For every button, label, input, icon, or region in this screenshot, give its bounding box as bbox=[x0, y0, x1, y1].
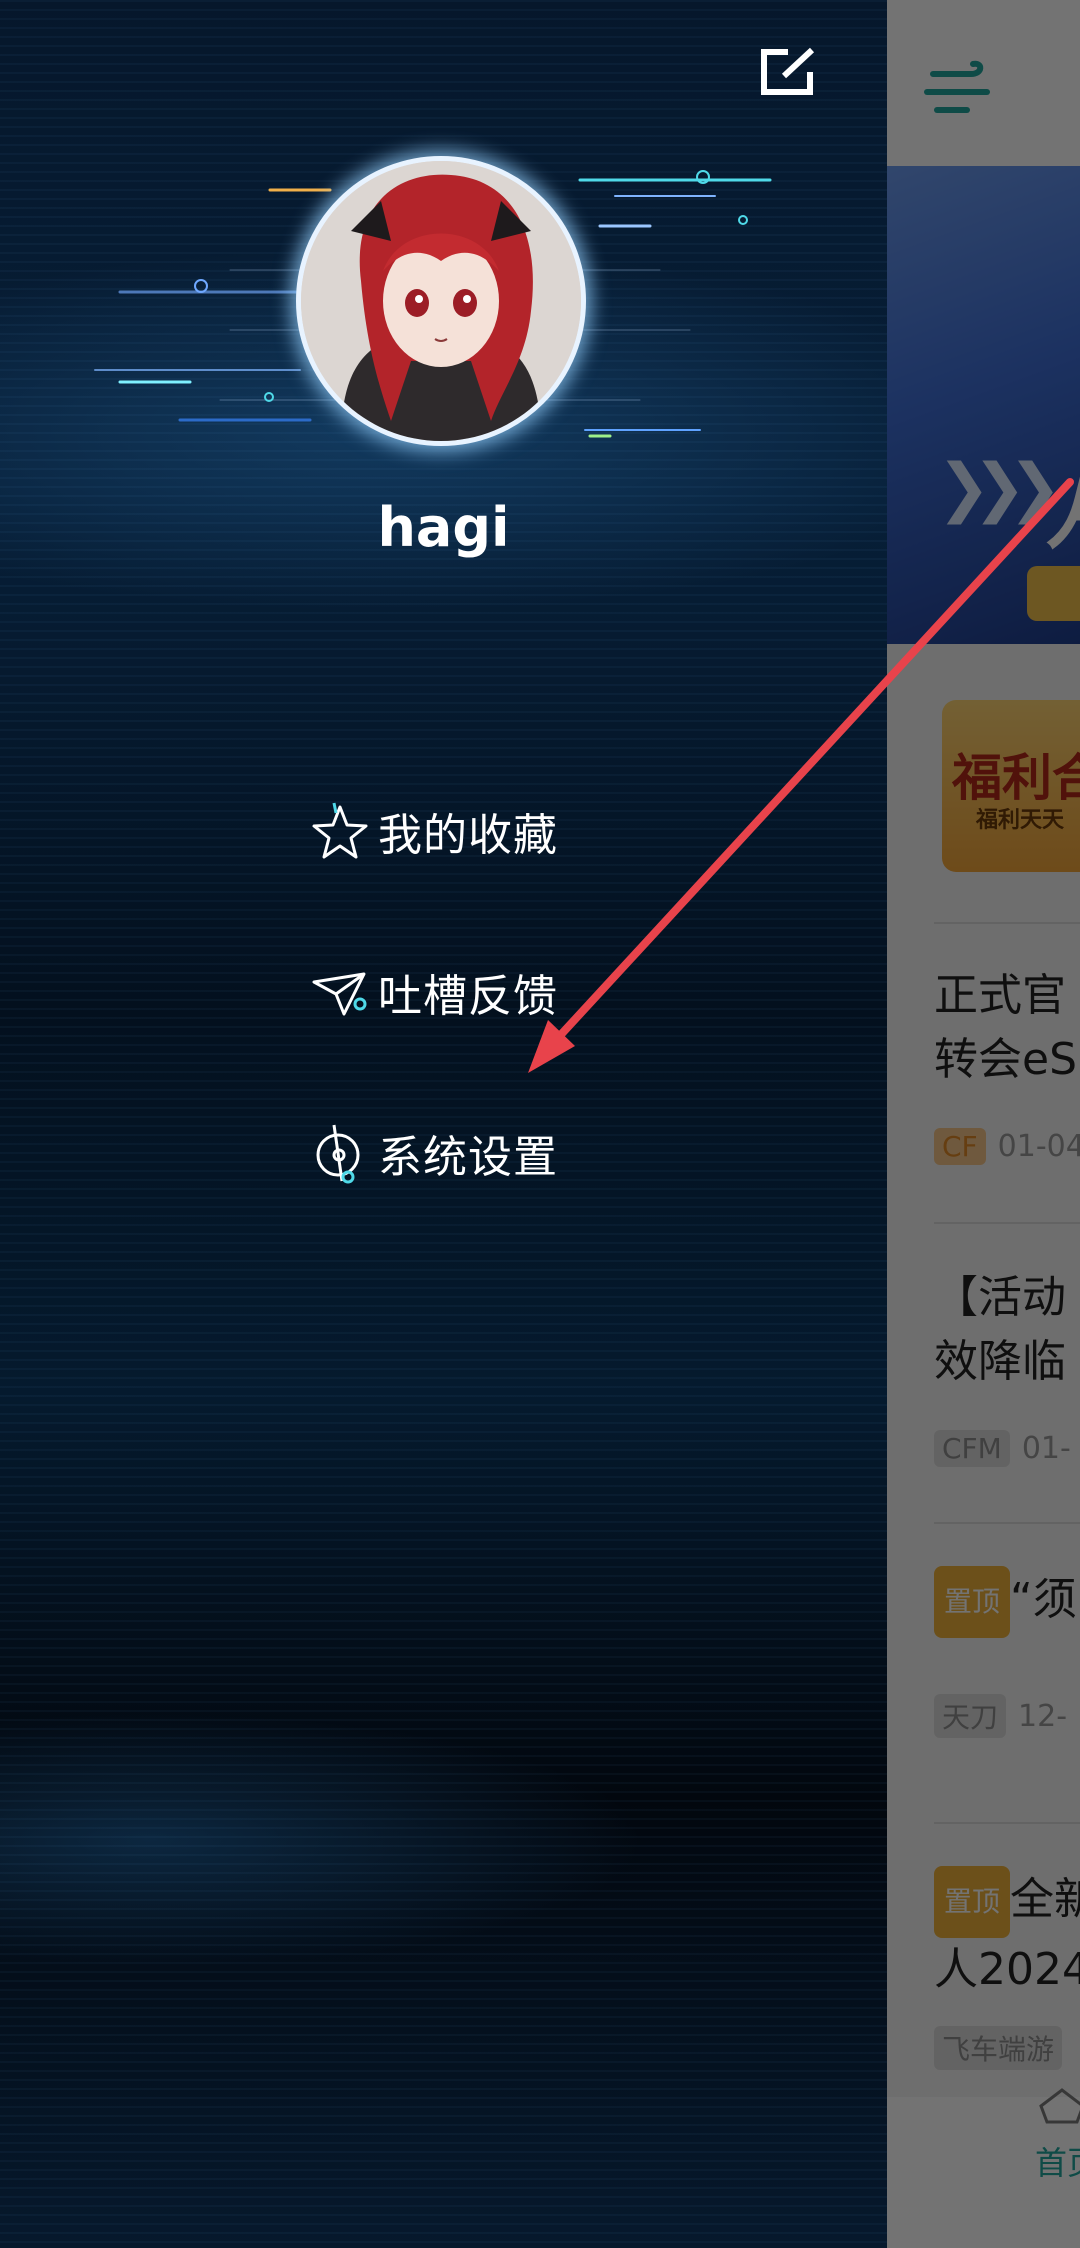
pinned-badge: 置顶 bbox=[934, 1566, 1011, 1638]
banner-glyph-decoration: 月 bbox=[1047, 436, 1080, 566]
divider bbox=[934, 1222, 1080, 1224]
article-title-line: 置顶 全新 bbox=[934, 1866, 1080, 1938]
username: hagi bbox=[377, 496, 510, 559]
banner-chevron-decoration: ❯❯❯ bbox=[937, 451, 1062, 525]
article-tag: 飞车端游 bbox=[934, 2026, 1063, 2070]
article-title-line: 正式官 bbox=[934, 970, 1066, 1021]
menu-item-settings[interactable]: 系统设置 bbox=[310, 1112, 558, 1194]
article-title-line: 效降临 bbox=[934, 1336, 1066, 1387]
article-date: 01-04 bbox=[997, 1129, 1080, 1164]
background-app[interactable]: ❯❯❯ 月 福利合 福利天天 正式官 转会eS CF 01-04 【活动 效降临… bbox=[887, 0, 1080, 2248]
menu-item-favorites[interactable]: 我的收藏 bbox=[310, 790, 558, 872]
avatar[interactable] bbox=[296, 156, 586, 446]
edit-icon[interactable] bbox=[758, 46, 820, 98]
article-meta: CF 01-04 bbox=[934, 1128, 1080, 1165]
article-item[interactable]: 置顶 “须 天刀 12- bbox=[934, 1566, 1080, 1738]
article-tag: CF bbox=[934, 1128, 986, 1165]
article-item[interactable]: 【活动 效降临 CFM 01- bbox=[934, 1266, 1080, 1467]
promo-card[interactable]: 福利合 福利天天 bbox=[942, 700, 1080, 872]
promo-subtitle: 福利天天 bbox=[976, 808, 1065, 833]
article-tag: CFM bbox=[934, 1430, 1010, 1467]
divider bbox=[934, 1822, 1080, 1824]
nav-home-label[interactable]: 首页 bbox=[1035, 2138, 1080, 2184]
paper-plane-icon bbox=[312, 972, 367, 1016]
navigation-drawer: hagi 我的收藏 吐槽反馈 系统设置 bbox=[0, 0, 887, 2248]
avatar-image bbox=[301, 161, 581, 441]
article-date: 12- bbox=[1018, 1698, 1068, 1734]
menu-label: 我的收藏 bbox=[378, 810, 558, 861]
settings-compass-icon bbox=[316, 1124, 360, 1184]
article-date: 01- bbox=[1021, 1431, 1071, 1466]
app-header bbox=[887, 0, 1080, 166]
article-meta: CFM 01- bbox=[934, 1430, 1080, 1467]
menu-item-feedback[interactable]: 吐槽反馈 bbox=[310, 951, 558, 1033]
divider bbox=[934, 922, 1080, 924]
article-item[interactable]: 正式官 转会eS CF 01-04 bbox=[934, 964, 1080, 1165]
article-title-line: 转会eS bbox=[934, 1034, 1077, 1085]
home-icon[interactable] bbox=[1037, 2086, 1080, 2126]
article-title-line: 人2024 bbox=[934, 1944, 1080, 1995]
divider bbox=[934, 1522, 1080, 1524]
article-title-line: 【活动 bbox=[934, 1272, 1066, 1323]
menu-label: 系统设置 bbox=[378, 1132, 558, 1183]
star-icon bbox=[312, 802, 368, 859]
article-tag: 天刀 bbox=[934, 1694, 1007, 1738]
drawer-menu: 我的收藏 吐槽反馈 系统设置 bbox=[310, 790, 558, 1273]
article-meta: 天刀 12- bbox=[934, 1694, 1080, 1738]
promo-title: 福利合 bbox=[952, 749, 1080, 807]
article-item[interactable]: 置顶 全新 人2024 飞车端游 bbox=[934, 1866, 1080, 2070]
article-meta: 飞车端游 bbox=[934, 2026, 1080, 2070]
pinned-badge: 置顶 bbox=[934, 1866, 1011, 1938]
promo-banner[interactable]: ❯❯❯ 月 bbox=[887, 166, 1080, 644]
article-title-text: “须 bbox=[1010, 1574, 1077, 1625]
banner-bar-decoration bbox=[1027, 566, 1080, 621]
article-title-line: 置顶 “须 bbox=[934, 1566, 1080, 1638]
menu-lines-icon[interactable] bbox=[923, 60, 995, 124]
menu-label: 吐槽反馈 bbox=[378, 971, 558, 1022]
article-title-text: 全新 bbox=[1010, 1874, 1080, 1925]
